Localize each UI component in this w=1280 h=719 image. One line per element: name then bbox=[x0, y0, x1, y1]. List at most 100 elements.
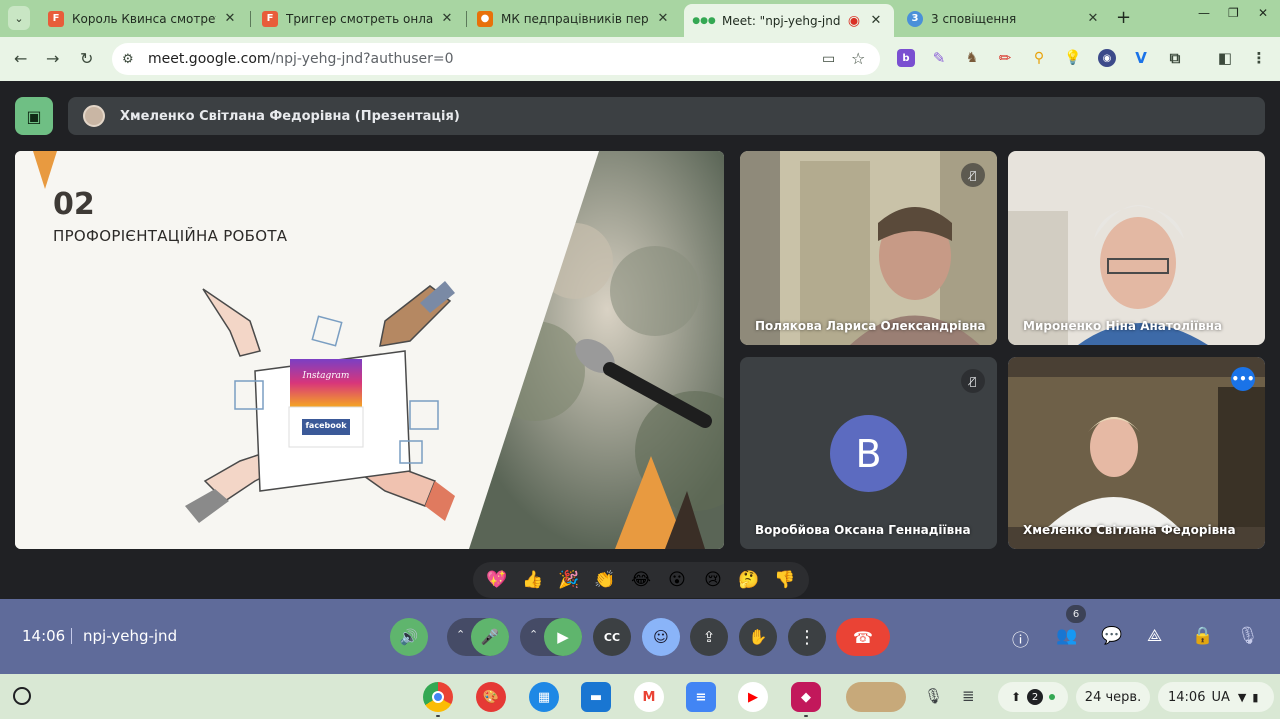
back-icon[interactable]: ← bbox=[14, 49, 27, 68]
files-app-icon[interactable]: ▬ bbox=[581, 682, 611, 712]
extension-pen-icon[interactable]: ✎ bbox=[930, 49, 948, 67]
camera-in-use-icon[interactable]: ▭ bbox=[822, 51, 835, 67]
microphone-button[interactable]: 🎤 bbox=[471, 618, 509, 656]
extension-bulb-icon[interactable]: 💡 bbox=[1064, 49, 1082, 67]
tab-title: Триггер смотреть онлайн с bbox=[286, 11, 433, 26]
end-call-button[interactable]: ☎ bbox=[836, 618, 890, 656]
host-controls-icon[interactable]: 🔒 bbox=[1192, 626, 1213, 646]
forward-icon[interactable]: → bbox=[46, 49, 59, 68]
chat-icon[interactable]: 💬 bbox=[1101, 626, 1122, 646]
close-icon[interactable]: ✕ bbox=[868, 13, 884, 28]
notification-count: 2 bbox=[1027, 689, 1044, 705]
emoji-button[interactable]: ☺ bbox=[642, 618, 680, 656]
bookmark-star-icon[interactable]: ☆ bbox=[851, 49, 865, 68]
extension-circle-icon[interactable]: ◉ bbox=[1098, 49, 1116, 67]
tab-meet-active[interactable]: ●●● Meet: "npj-yehg-jnd" ◉ ✕ bbox=[684, 4, 894, 37]
close-icon[interactable]: ✕ bbox=[439, 11, 455, 26]
tab-search-button[interactable]: ⌄ bbox=[8, 6, 30, 30]
presentation-icon[interactable]: ▣ bbox=[15, 97, 53, 135]
reaction-thumbs-down[interactable]: 👎 bbox=[770, 570, 800, 590]
tab-favicon: F bbox=[262, 10, 278, 27]
presentation-slide: 02 ПРОФОРІЄНТАЦІЙНА РОБОТА Instagram fac… bbox=[15, 151, 724, 549]
presenter-bar: Хмеленко Світлана Федорівна (Презентація… bbox=[68, 97, 1265, 135]
more-options-icon[interactable]: ••• bbox=[1231, 367, 1255, 391]
reaction-thumbs-up[interactable]: 👍 bbox=[518, 570, 548, 590]
chrome-app-icon[interactable] bbox=[423, 682, 453, 712]
chevron-up-icon[interactable]: ⌃ bbox=[456, 628, 465, 641]
date-tray[interactable]: 24 черв. bbox=[1076, 682, 1150, 712]
jamboard-app-icon[interactable]: ◆ bbox=[791, 682, 821, 712]
meeting-code: npj-yehg-jnd bbox=[83, 627, 178, 645]
present-screen-button[interactable]: ⇪ bbox=[690, 618, 728, 656]
speaker-button[interactable]: 🔊 bbox=[390, 618, 428, 656]
open-windows-thumbnails[interactable] bbox=[846, 682, 906, 712]
close-window-icon[interactable]: ✕ bbox=[1258, 6, 1268, 20]
reload-icon[interactable]: ↻ bbox=[80, 49, 93, 68]
reaction-party[interactable]: 🎉 bbox=[554, 570, 584, 590]
meet-stage: ▣ Хмеленко Світлана Федорівна (Презентац… bbox=[0, 81, 1280, 599]
activities-icon[interactable]: ⟁ bbox=[1147, 626, 1162, 646]
launcher-icon[interactable] bbox=[13, 687, 31, 705]
reaction-surprised[interactable]: 😮 bbox=[662, 570, 692, 590]
close-icon[interactable]: ✕ bbox=[655, 11, 671, 26]
classroom-app-icon[interactable]: ▦ bbox=[529, 682, 559, 712]
close-icon[interactable]: ✕ bbox=[1085, 11, 1101, 26]
slide-graphics bbox=[15, 151, 724, 549]
docs-app-icon[interactable]: ≡ bbox=[686, 682, 716, 712]
raise-hand-button[interactable]: ✋ bbox=[739, 618, 777, 656]
site-info-icon[interactable]: ⚙ bbox=[122, 52, 142, 67]
extension-b-icon[interactable]: b bbox=[897, 49, 915, 67]
people-icon[interactable]: 👥 bbox=[1056, 626, 1077, 646]
reaction-sad[interactable]: 😢 bbox=[698, 570, 728, 590]
url-text: meet.google.com/npj-yehg-jnd?authuser=0 bbox=[148, 51, 454, 67]
reaction-clap[interactable]: 👏 bbox=[590, 570, 620, 590]
captions-button[interactable]: CC bbox=[593, 618, 631, 656]
date-text: 24 черв. bbox=[1084, 689, 1142, 705]
mic-indicator-icon: 🎙 bbox=[1237, 626, 1259, 646]
restore-icon[interactable]: ❐ bbox=[1228, 6, 1239, 20]
extensions-puzzle-icon[interactable]: ⧉ bbox=[1166, 49, 1184, 67]
reaction-thinking[interactable]: 🤔 bbox=[734, 570, 764, 590]
info-icon[interactable]: ⓘ bbox=[1012, 626, 1029, 651]
person-icon: ● bbox=[477, 10, 493, 27]
status-tray[interactable]: 14:06 UA ▼ ▮ bbox=[1158, 682, 1274, 712]
reaction-laugh[interactable]: 😂 bbox=[626, 570, 656, 590]
participant-name: Воробйова Оксана Геннадіївна bbox=[755, 523, 971, 537]
participant-tile-active[interactable]: ••• Хмеленко Світлана Федорівна bbox=[1008, 357, 1265, 549]
close-icon[interactable]: ✕ bbox=[222, 11, 238, 26]
camera-button[interactable]: ▶ bbox=[544, 618, 582, 656]
chevron-up-icon[interactable]: ⌃ bbox=[529, 628, 538, 641]
presenter-avatar bbox=[83, 105, 105, 127]
gmail-app-icon[interactable]: M bbox=[634, 682, 664, 712]
recording-icon: ◉ bbox=[847, 12, 861, 29]
tab-2[interactable]: F Триггер смотреть онлайн с ✕ bbox=[252, 4, 465, 33]
participant-tile[interactable]: B 🎙̸ Воробйова Оксана Геннадіївна bbox=[740, 357, 997, 549]
participant-tile[interactable]: 🎙̸ Полякова Лариса Олександрівна bbox=[740, 151, 997, 345]
tab-5[interactable]: 3 3 сповіщення ✕ bbox=[897, 4, 1111, 33]
menu-dots-icon[interactable]: ⋮ bbox=[1250, 49, 1268, 67]
extension-search-icon[interactable]: ⚲ bbox=[1030, 49, 1048, 67]
minimize-icon[interactable]: — bbox=[1198, 6, 1210, 20]
people-count-badge: 6 bbox=[1066, 605, 1086, 623]
battery-icon: ▮ bbox=[1252, 690, 1259, 704]
mic-icon[interactable]: 🎙 bbox=[924, 687, 943, 705]
video-feed bbox=[740, 151, 997, 345]
new-tab-button[interactable]: + bbox=[1116, 7, 1131, 28]
locale-text: UA bbox=[1211, 689, 1230, 705]
notification-tray[interactable]: ⬆ 2 bbox=[998, 682, 1068, 712]
tab-strip: ⌄ F Король Квинса смотреть о ✕ F Триггер… bbox=[0, 0, 1280, 37]
extension-owl-icon[interactable]: ♞ bbox=[963, 49, 981, 67]
more-options-button[interactable]: ⋮ bbox=[788, 618, 826, 656]
participant-tile[interactable]: Мироненко Ніна Анатоліївна bbox=[1008, 151, 1265, 345]
tab-1[interactable]: F Король Квинса смотреть о ✕ bbox=[38, 4, 248, 33]
side-panel-icon[interactable]: ◧ bbox=[1216, 49, 1234, 67]
reaction-heart[interactable]: 💖 bbox=[482, 570, 512, 590]
extension-marker-icon[interactable]: ✏ bbox=[996, 49, 1014, 67]
tab-3[interactable]: ● МК педпрацівників перукар ✕ bbox=[467, 4, 681, 33]
presenter-label: Хмеленко Світлана Федорівна (Презентація… bbox=[120, 108, 460, 124]
extension-v-icon[interactable]: V bbox=[1132, 49, 1150, 67]
playlist-icon[interactable]: ≣ bbox=[962, 687, 975, 705]
youtube-app-icon[interactable]: ▶ bbox=[738, 682, 768, 712]
address-bar[interactable]: ⚙ meet.google.com/npj-yehg-jnd?authuser=… bbox=[112, 43, 880, 75]
canvas-app-icon[interactable]: 🎨 bbox=[476, 682, 506, 712]
